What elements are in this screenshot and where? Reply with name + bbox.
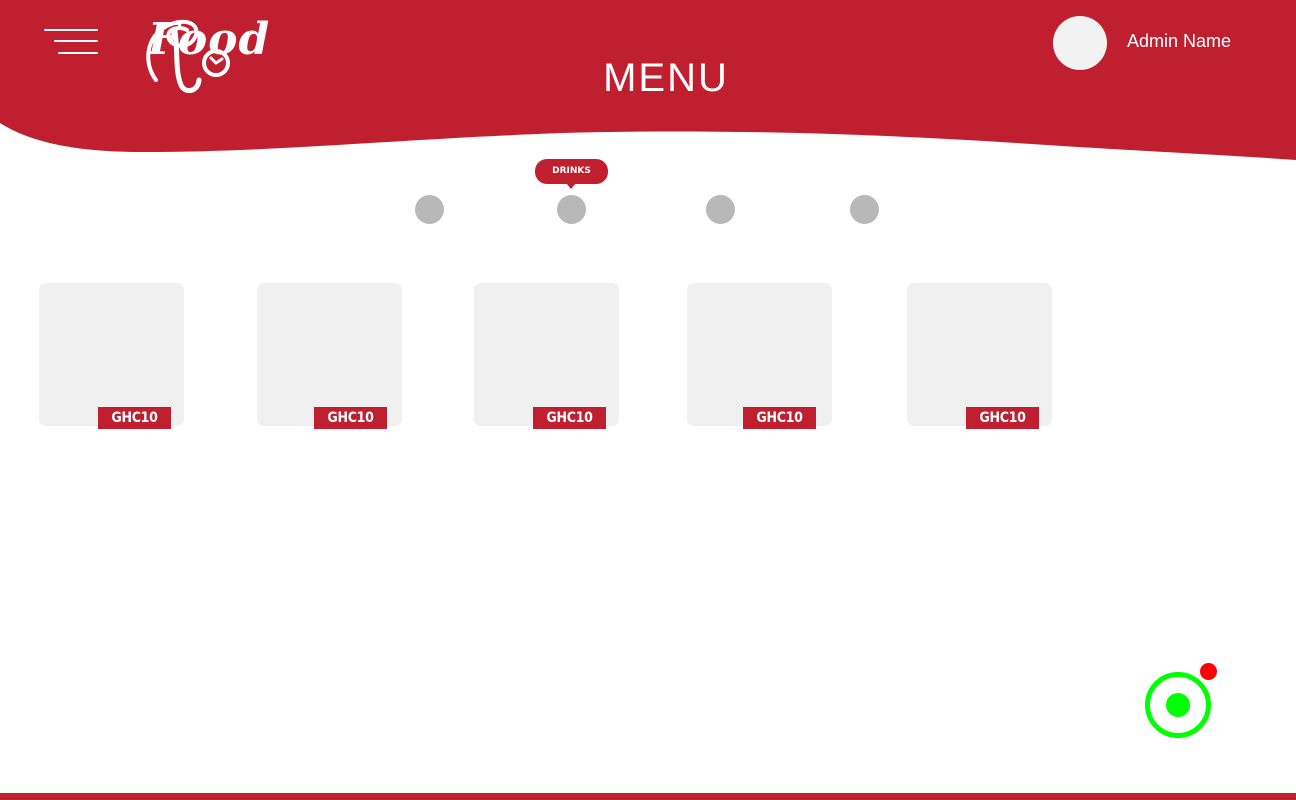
category-dot-drinks[interactable] <box>557 195 586 224</box>
product-card-1[interactable]: GHC10 <box>39 283 184 429</box>
hamburger-menu-icon-bar-middle <box>54 40 98 42</box>
product-card-5[interactable]: GHC10 <box>907 283 1052 429</box>
floating-action-button[interactable] <box>1145 663 1217 738</box>
product-card-4[interactable]: GHC10 <box>687 283 832 429</box>
avatar[interactable] <box>1053 16 1107 70</box>
hamburger-menu-icon-bar-bottom <box>58 52 98 54</box>
footer-bar <box>0 793 1296 800</box>
radio-button-center-icon <box>1166 693 1190 717</box>
hamburger-menu-icon-bar-top <box>44 29 98 31</box>
category-dot-3[interactable] <box>706 195 735 224</box>
product-card-3[interactable]: GHC10 <box>474 283 619 429</box>
menu-page: Food MENU Admin Name DRINKS GHC10 GHC10 … <box>0 0 1296 800</box>
brand-name: Food <box>148 14 271 65</box>
active-category-tooltip: DRINKS <box>535 159 608 189</box>
hamburger-menu-button[interactable] <box>36 22 108 62</box>
price-tag: GHC10 <box>743 407 816 429</box>
product-card-2[interactable]: GHC10 <box>257 283 402 429</box>
price-tag: GHC10 <box>966 407 1039 429</box>
category-dot-4[interactable] <box>850 195 879 224</box>
category-selector: DRINKS <box>0 150 1296 240</box>
product-grid: GHC10 GHC10 GHC10 GHC10 GHC10 <box>0 283 1296 443</box>
price-tag: GHC10 <box>314 407 387 429</box>
price-tag: GHC10 <box>533 407 606 429</box>
price-tag: GHC10 <box>98 407 171 429</box>
notification-dot-icon <box>1200 663 1217 680</box>
category-dot-1[interactable] <box>415 195 444 224</box>
admin-name[interactable]: Admin Name <box>1127 31 1231 53</box>
